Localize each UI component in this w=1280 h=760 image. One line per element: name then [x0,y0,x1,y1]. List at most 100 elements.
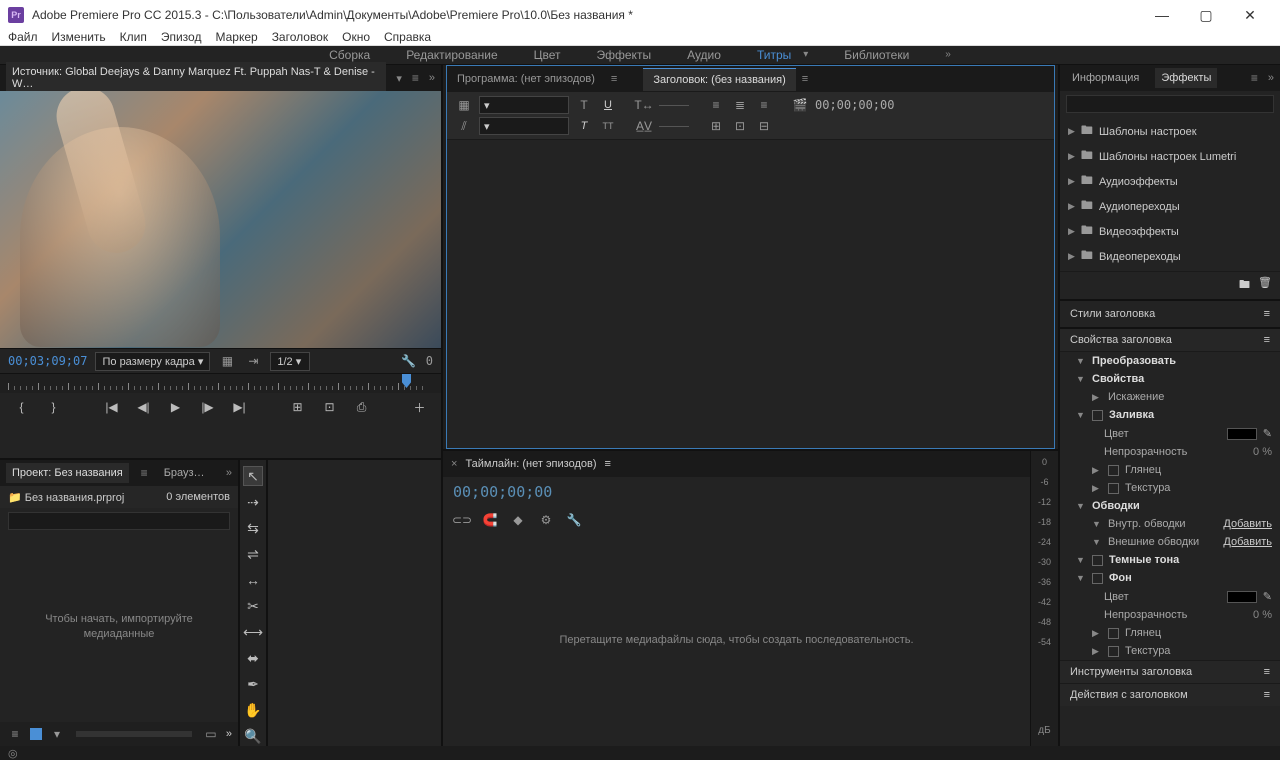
prop-bg-gloss[interactable]: ▶Глянец [1060,624,1280,642]
source-timecode[interactable]: 00;03;09;07 [8,354,87,368]
workspace-audio[interactable]: Аудио [687,48,721,62]
timeline-timecode[interactable]: 00;00;00;00 [453,483,552,501]
leading-input[interactable] [659,126,689,127]
title-tools-section[interactable]: Инструменты заголовка≡ [1060,660,1280,683]
prop-distort[interactable]: ▶Искажение [1060,388,1280,406]
program-tab[interactable]: Программа: (нет эпизодов) [447,68,605,90]
delete-icon[interactable]: 🗑 [1258,276,1272,295]
title-type-icon[interactable]: ▦ [455,96,473,114]
menu-marker[interactable]: Маркер [215,30,257,44]
prop-strokes[interactable]: ▼Обводки [1060,497,1280,515]
timeline-panel-menu-icon[interactable]: ≡ [605,458,611,470]
prop-bg-texture[interactable]: ▶Текстура [1060,642,1280,660]
new-bin-button[interactable]: ▭ [202,725,220,743]
linked-selection-button[interactable]: 🧲 [481,511,499,529]
align-justify-button[interactable]: ⊟ [755,117,773,135]
overwrite-button[interactable]: ⊡ [321,398,339,416]
menu-window[interactable]: Окно [342,30,370,44]
title-smallcaps-button[interactable]: TT [599,117,617,135]
cloud-sync-icon[interactable]: ◎ [8,747,18,760]
distribute-button[interactable]: ⊡ [731,117,749,135]
menu-help[interactable]: Справка [384,30,431,44]
menu-file[interactable]: Файл [8,30,38,44]
freeform-view-button[interactable]: ▾ [48,725,66,743]
output-icon[interactable]: ⇥ [244,352,262,370]
workspace-assembly[interactable]: Сборка [329,48,370,62]
icon-view-button[interactable] [30,728,42,740]
prop-inner-strokes[interactable]: ▼Внутр. обводкиДобавить [1060,515,1280,533]
source-time-ruler[interactable] [0,373,441,393]
hand-tool[interactable]: ✋ [243,700,263,720]
align-left-button[interactable]: ≡ [707,96,725,114]
effects-overflow-icon[interactable]: » [1268,72,1274,84]
workspace-editing[interactable]: Редактирование [406,48,497,62]
prop-fill-opacity[interactable]: Непрозрачность0 % [1060,443,1280,461]
prop-background[interactable]: ▼Фон [1060,569,1280,587]
new-bin-icon[interactable]: 🖿 [1239,276,1250,295]
menu-edit[interactable]: Изменить [52,30,106,44]
prop-bg-color[interactable]: Цвет✎ [1060,587,1280,606]
list-view-button[interactable]: ≡ [6,725,24,743]
workspace-color[interactable]: Цвет [534,48,561,62]
effects-tab[interactable]: Эффекты [1155,68,1217,88]
props-panel-menu-icon[interactable]: ≡ [1264,334,1270,346]
project-tab[interactable]: Проект: Без названия [6,463,129,483]
leading-icon[interactable]: A̲V̲ [635,117,653,135]
prop-fill[interactable]: ▼Заливка [1060,406,1280,424]
go-to-in-button[interactable]: |◀ [103,398,121,416]
track-select-tool[interactable]: ⇢ [243,492,263,512]
effects-panel-menu-icon[interactable]: ≡ [1251,71,1258,85]
title-timecode[interactable]: 00;00;00;00 [815,98,894,112]
project-panel-menu-icon[interactable]: ≡ [141,466,148,480]
align-right-button[interactable]: ≡ [755,96,773,114]
add-inner-stroke-link[interactable]: Добавить [1223,518,1272,530]
source-panel-menu-icon[interactable]: ≡ [412,71,419,85]
workspace-titles[interactable]: Титры [757,48,791,62]
timeline-wrench-button[interactable]: 🔧 [565,511,583,529]
program-tab-menu-icon[interactable]: ≡ [605,73,623,85]
button-editor-icon[interactable]: ＋ [411,398,429,416]
razor-tool[interactable]: ✂ [243,596,263,616]
bg-eyedropper-icon[interactable]: ✎ [1263,590,1272,603]
timeline-tab[interactable]: Таймлайн: (нет эпизодов) [465,458,596,470]
tab-stops-button[interactable]: ⊞ [707,117,725,135]
source-resolution-dropdown[interactable]: 1/2 ▾ [270,352,310,371]
mark-out-button[interactable]: } [45,398,63,416]
source-fit-dropdown[interactable]: По размеру кадра ▾ [95,352,210,371]
menu-title[interactable]: Заголовок [272,30,328,44]
show-video-icon[interactable]: 🎬 [791,96,809,114]
rolling-edit-tool[interactable]: ⇌ [243,544,263,564]
prop-shadows[interactable]: ▼Темные тона [1060,551,1280,569]
play-button[interactable]: ▶ [167,398,185,416]
title-underline-button[interactable]: U [599,96,617,114]
prop-bg-opacity[interactable]: Непрозрачность0 % [1060,606,1280,624]
selection-tool[interactable]: ↖ [243,466,263,486]
slide-tool[interactable]: ⬌ [243,648,263,668]
workspace-titles-menu-icon[interactable]: ▾ [803,49,808,60]
fill-color-swatch[interactable] [1227,428,1257,440]
workspace-overflow-icon[interactable]: » [945,49,951,60]
title-tab[interactable]: Заголовок: (без названия) [643,68,795,91]
source-tab[interactable]: Источник: Global Deejays & Danny Marquez… [6,62,386,94]
source-monitor[interactable] [0,91,441,348]
info-tab[interactable]: Информация [1066,68,1145,88]
source-overflow-icon[interactable]: » [429,72,435,84]
prop-texture[interactable]: ▶Текстура [1060,479,1280,497]
pen-tool[interactable]: ✒ [243,674,263,694]
step-forward-button[interactable]: |▶ [199,398,217,416]
title-canvas[interactable] [447,140,1054,448]
workspace-effects[interactable]: Эффекты [597,48,652,62]
add-outer-stroke-link[interactable]: Добавить [1223,536,1272,548]
audio-meter[interactable]: 0 -6 -12 -18 -24 -30 -36 -42 -48 -54 дБ [1030,451,1058,746]
add-marker-button[interactable]: ◆ [509,511,527,529]
project-foot-overflow-icon[interactable]: » [226,728,232,740]
title-styles-panel[interactable]: Стили заголовка≡ [1060,301,1280,329]
step-back-button[interactable]: ◀| [135,398,153,416]
export-frame-button[interactable]: ⎙ [353,398,371,416]
prop-fill-color[interactable]: Цвет✎ [1060,424,1280,443]
fx-folder-audio-trans[interactable]: ▶🖿Аудиопереходы [1060,194,1280,219]
title-bold-button[interactable]: T [575,96,593,114]
project-search-input[interactable] [8,512,230,530]
title-tab-menu-icon[interactable]: ≡ [796,73,814,85]
zoom-slider[interactable] [76,731,192,737]
